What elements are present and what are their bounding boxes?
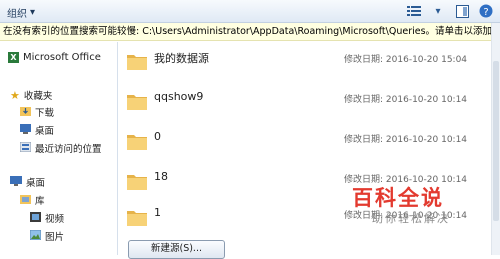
nav-label: 图片 <box>45 232 65 243</box>
picture-icon <box>29 229 42 243</box>
nav-label: 下载 <box>35 108 55 119</box>
watermark-subtitle: 助你轻松解决 <box>372 212 450 225</box>
organize-menu-button[interactable]: 组织 ▾ <box>7 5 35 20</box>
toolbar: 组织 ▾ ▾ ? <box>0 0 500 23</box>
search-info-bar[interactable]: 在没有索引的位置搜索可能较慢: C:\Users\Administrator\A… <box>0 23 492 41</box>
folder-icon <box>127 55 147 70</box>
list-item[interactable]: qqshow9 修改日期: 2016-10-20 10:14 <box>118 84 492 124</box>
help-icon[interactable]: ? <box>478 3 494 19</box>
preview-pane-icon[interactable] <box>454 3 470 19</box>
nav-item-videos[interactable]: 视频 <box>30 211 64 225</box>
desktop-icon <box>10 175 22 189</box>
nav-label: 收藏夹 <box>23 91 53 102</box>
nav-item-downloads[interactable]: 下载 <box>20 105 54 119</box>
folder-icon <box>127 135 147 150</box>
file-name: 0 <box>154 130 161 143</box>
nav-label: Microsoft Office <box>23 52 101 63</box>
library-icon <box>20 194 31 207</box>
svg-text:?: ? <box>483 7 488 18</box>
nav-label: 视频 <box>45 214 65 225</box>
video-icon <box>30 211 41 225</box>
nav-item-libraries[interactable]: 库 <box>20 193 45 207</box>
watermark-logo: 百科全说 <box>352 186 444 210</box>
desktop-icon <box>20 123 31 137</box>
excel-icon: X <box>8 52 19 63</box>
list-item[interactable]: 0 修改日期: 2016-10-20 10:14 <box>118 124 492 164</box>
downloads-folder-icon <box>20 106 31 119</box>
nav-item-desktop[interactable]: 桌面 <box>10 175 45 189</box>
modified-date: 修改日期: 2016-10-20 15:04 <box>344 55 468 65</box>
file-name: 18 <box>154 170 168 183</box>
nav-item-desktop-favorite[interactable]: 桌面 <box>20 123 54 137</box>
folder-icon <box>127 211 147 226</box>
modified-date: 修改日期: 2016-10-20 10:14 <box>344 95 468 105</box>
view-dropdown-icon[interactable]: ▾ <box>430 3 446 19</box>
modified-date: 修改日期: 2016-10-20 10:14 <box>344 135 468 145</box>
nav-label: 最近访问的位置 <box>35 144 102 155</box>
file-name: 我的数据源 <box>154 52 209 65</box>
nav-item-pictures[interactable]: 图片 <box>29 229 65 243</box>
star-icon: ★ <box>10 88 20 102</box>
folder-icon <box>127 175 147 190</box>
nav-label: 桌面 <box>26 178 46 189</box>
file-name: 1 <box>154 206 161 219</box>
nav-item-recent-places[interactable]: 最近访问的位置 <box>19 141 102 155</box>
folder-icon <box>127 95 147 110</box>
view-icon[interactable] <box>406 3 422 19</box>
vertical-scrollbar[interactable] <box>491 23 500 255</box>
nav-item-favorites[interactable]: ★ 收藏夹 <box>10 88 53 103</box>
scrollbar-thumb[interactable] <box>493 61 499 221</box>
watermark: 百科全说 助你轻松解决 <box>348 180 488 228</box>
navigation-pane: X Microsoft Office ★ 收藏夹 下载 桌面 最近访问的位置 桌… <box>0 42 118 255</box>
recent-places-icon <box>19 141 32 155</box>
list-item[interactable]: 我的数据源 修改日期: 2016-10-20 15:04 <box>118 44 492 84</box>
new-source-button[interactable]: 新建源(S)... <box>128 240 225 259</box>
nav-label: 库 <box>35 196 45 207</box>
organize-label: 组织 <box>7 9 27 20</box>
nav-label: 桌面 <box>35 126 55 137</box>
nav-item-microsoft-office[interactable]: X Microsoft Office <box>8 52 101 63</box>
dropdown-arrow-icon: ▾ <box>30 7 36 18</box>
file-name: qqshow9 <box>154 90 204 103</box>
